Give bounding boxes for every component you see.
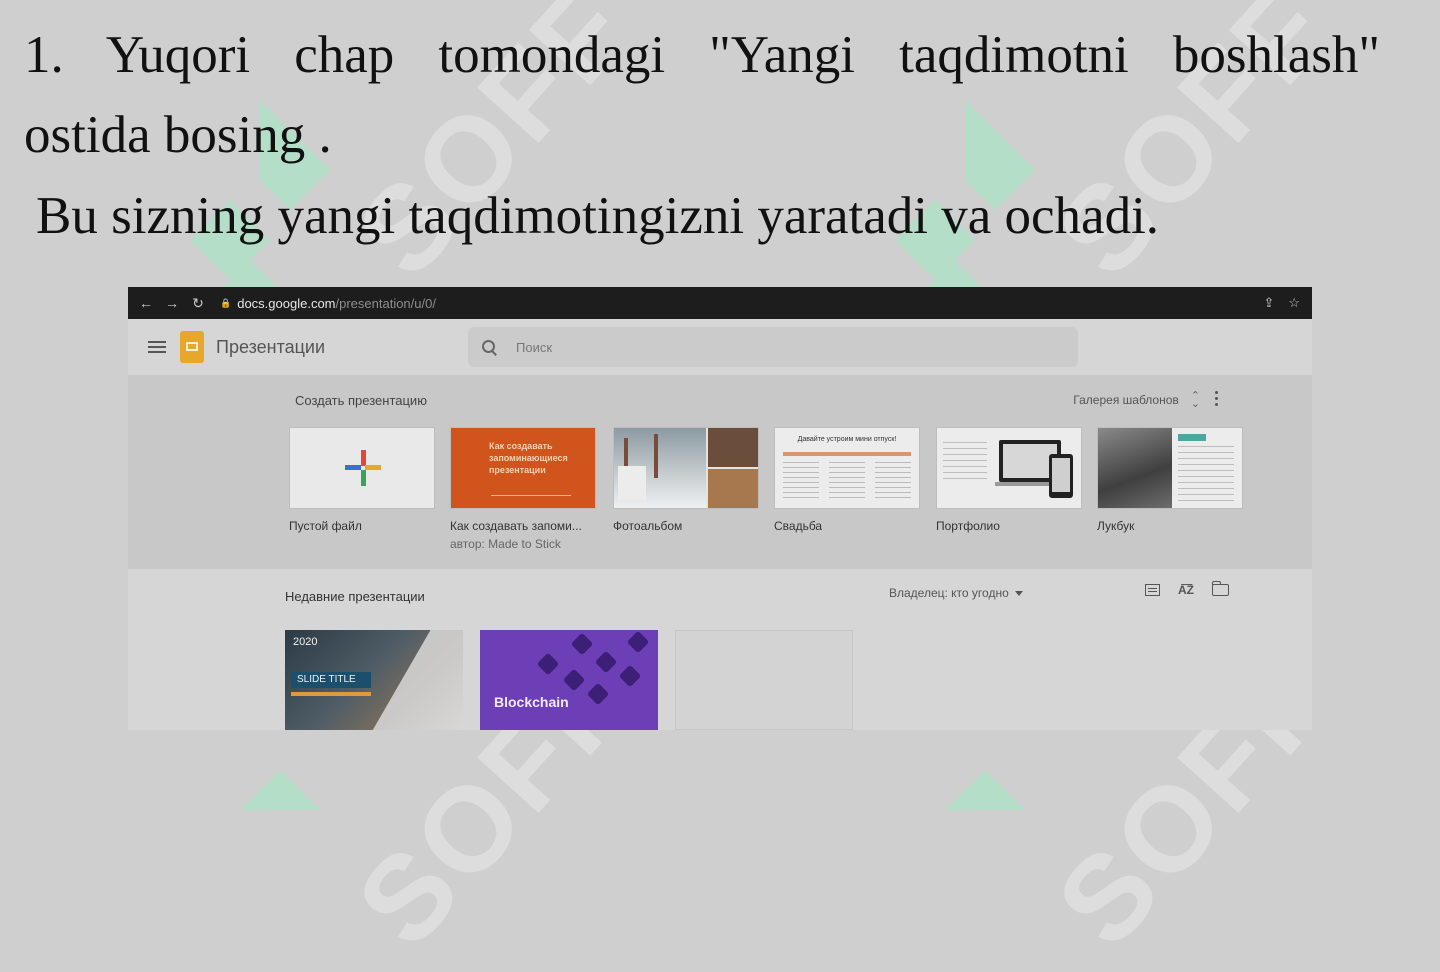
bookmark-star-icon[interactable]: ☆ [1288,295,1300,311]
template-label: Фотоальбом [613,519,683,533]
back-arrow-icon[interactable]: ← [138,295,154,311]
main-menu-icon[interactable] [148,341,166,353]
template-thumbnail [289,427,435,509]
instruction-line-1: 1. Yuqori chap tomondagi "Yangi taqdimot… [24,26,1380,84]
template-label: Портфолио [936,519,1000,533]
owner-filter-label: Владелец: кто угодно [889,586,1009,600]
gallery-label: Галерея шаблонов [1073,393,1179,407]
search-icon [482,340,496,354]
template-portfolio[interactable]: Портфолио [936,427,1082,533]
template-gallery-toggle[interactable]: Галерея шаблонов ⌃ ⌄ [1073,390,1200,410]
template-label: Свадьба [774,519,823,533]
folder-picker-icon[interactable] [1211,581,1229,596]
watermark-logo-icon [240,770,320,810]
template-lookbook[interactable]: Лукбук [1097,427,1243,533]
more-options-icon[interactable] [1215,391,1218,406]
instruction-line-3: Bu sizning yangi taqdimotingizni yaratad… [36,187,1160,245]
browser-address-bar: ← → ↻ 🔒 docs.google.com/presentation/u/0… [128,287,1312,319]
template-thumb-text: Давайте устроим мини отпуск! [797,436,897,443]
doc-slide-title: SLIDE TITLE [291,672,371,688]
template-label: Как создавать запоми... [450,519,582,533]
instruction-line-2: ostida bosing . [24,106,332,164]
url-field[interactable]: docs.google.com/presentation/u/0/ [237,296,436,311]
template-thumbnail [613,427,759,509]
recent-doc-slide-title[interactable]: 2020 SLIDE TITLE [285,630,463,730]
templates-heading: Создать презентацию [295,393,427,408]
watermark-logo-icon [945,770,1025,810]
forward-arrow-icon[interactable]: → [164,295,180,311]
template-gallery: Создать презентацию Галерея шаблонов ⌃ ⌄ … [128,375,1312,569]
dropdown-arrow-icon [1014,590,1023,596]
google-slides-screenshot: ← → ↻ 🔒 docs.google.com/presentation/u/0… [128,287,1312,730]
template-label: Лукбук [1097,519,1135,533]
template-wedding[interactable]: Давайте устроим мини отпуск! Свадьба [774,427,920,533]
url-host: docs.google.com [237,295,336,311]
template-thumbnail [936,427,1082,509]
view-controls: A͞Z [1145,581,1229,597]
slides-logo-icon[interactable] [180,331,204,363]
template-thumbnail: Как создавать запоминающиеся презентации [450,427,596,509]
template-thumb-text: Как создавать запоминающиеся презентации [489,441,568,475]
search-input[interactable]: Поиск [468,327,1078,367]
doc-title: Blockchain [494,694,569,710]
template-thumbnail [1097,427,1243,509]
owner-filter-dropdown[interactable]: Владелец: кто угодно [889,586,1023,600]
app-title[interactable]: Презентации [216,337,325,358]
template-memorable[interactable]: Как создавать запоминающиеся презентации… [450,427,596,551]
recent-doc-blank[interactable] [675,630,853,730]
reload-icon[interactable]: ↻ [190,295,206,312]
doc-year: 2020 [293,636,318,648]
list-view-icon[interactable] [1145,584,1160,596]
lock-icon: 🔒 [220,297,232,308]
template-author: автор: Made to Stick [450,537,561,551]
recent-doc-blockchain[interactable]: Blockchain [480,630,658,730]
sort-az-icon[interactable]: A͞Z [1178,583,1194,597]
recent-heading: Недавние презентации [285,589,425,604]
url-path: /presentation/u/0/ [335,295,436,311]
plus-icon [345,450,381,486]
template-thumbnail: Давайте устроим мини отпуск! [774,427,920,509]
share-icon[interactable]: ⇪ [1263,295,1274,311]
template-photo-album[interactable]: Фотоальбом [613,427,759,533]
template-label: Пустой файл [289,519,362,533]
search-placeholder: Поиск [516,339,553,355]
template-blank[interactable]: Пустой файл [289,427,435,533]
expand-collapse-icon: ⌃ ⌄ [1190,390,1200,410]
